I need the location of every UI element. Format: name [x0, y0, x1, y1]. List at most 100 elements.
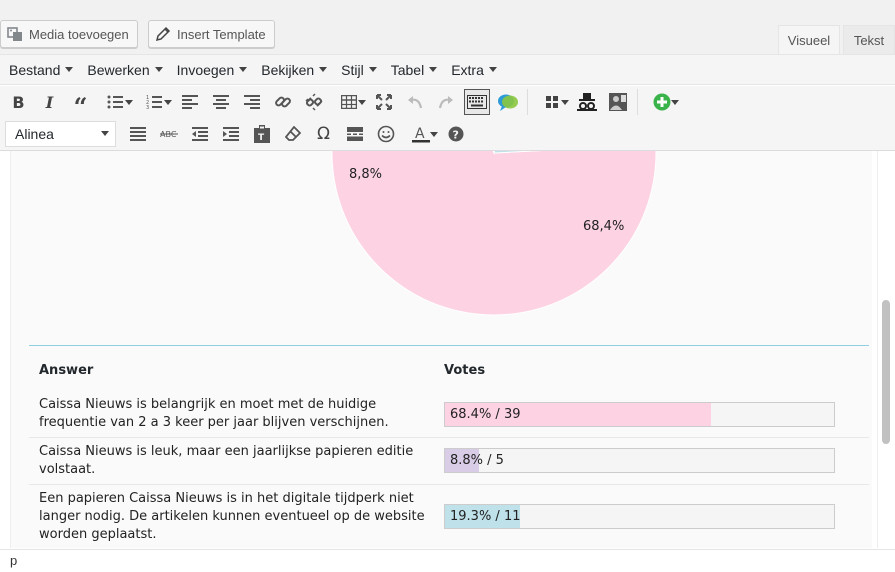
read-more-button[interactable] [342, 121, 368, 147]
emoji-button[interactable] [373, 121, 399, 147]
table-button[interactable] [332, 89, 366, 115]
link-icon [274, 96, 291, 108]
editor-content[interactable]: 8,8% 68,4% Answer Votes Caissa Nieuws is… [10, 151, 872, 548]
answer-text: Caissa Nieuws is leuk, maar een jaarlijk… [39, 444, 414, 477]
vote-bar-label: 19.3% / 11 [450, 509, 521, 524]
text-color-button[interactable]: A [404, 121, 438, 147]
vote-bar-label: 8.8% / 5 [450, 453, 504, 468]
table-icon [340, 95, 357, 109]
tab-visual[interactable]: Visueel [778, 25, 840, 55]
caret-down-icon [65, 67, 74, 72]
undo-button[interactable] [402, 89, 428, 115]
blockquote-button[interactable]: “ [68, 89, 94, 119]
numbered-list-icon: 123 [146, 95, 162, 109]
add-media-button[interactable]: Media toevoegen [0, 20, 138, 48]
toolbar-separator [527, 89, 528, 115]
outdent-button[interactable] [187, 121, 213, 147]
incognito-button[interactable] [574, 89, 600, 115]
element-path: p [0, 549, 895, 572]
tab-text[interactable]: Tekst [843, 25, 895, 55]
caret-down-icon [239, 67, 248, 72]
clipboard-icon: T [253, 124, 270, 143]
menu-style[interactable]: Stijl [334, 55, 384, 85]
editor: Bestand Bewerken Invoegen Bekijken Stijl… [0, 54, 895, 572]
unlink-icon [304, 93, 323, 111]
chat-bubble-icon [497, 94, 518, 111]
outdent-icon [191, 126, 208, 141]
scrollbar-thumb[interactable] [882, 300, 890, 444]
answer-text: Een papieren Caissa Nieuws is in het dig… [39, 491, 425, 542]
align-center-icon [212, 95, 229, 109]
caret-down-icon [368, 67, 377, 72]
caret-down-icon [357, 100, 366, 105]
caret-down-icon [124, 100, 133, 105]
toolbar-row-2: Alinea ABC T Ω A ? [0, 117, 895, 151]
menu-table[interactable]: Tabel [384, 55, 444, 85]
redo-button[interactable] [433, 89, 459, 115]
omega-icon: Ω [317, 123, 330, 144]
add-shortcode-button[interactable] [645, 89, 679, 115]
numbered-list-button[interactable]: 123 [138, 89, 172, 115]
pencil-icon [155, 26, 171, 42]
undo-icon [407, 96, 422, 109]
italic-button[interactable]: I [37, 89, 63, 115]
caret-down-icon [429, 67, 438, 72]
remove-link-button[interactable] [301, 89, 327, 115]
media-icon [7, 26, 23, 42]
fullscreen-button[interactable] [371, 89, 397, 115]
menu-insert[interactable]: Invoegen [170, 55, 255, 85]
help-icon: ? [448, 126, 463, 141]
person-card-button[interactable] [605, 89, 631, 115]
table-row: Caissa Nieuws is leuk, maar een jaarlijk… [29, 438, 869, 485]
align-left-icon [181, 95, 198, 109]
insert-template-button[interactable]: Insert Template [148, 20, 275, 48]
indent-button[interactable] [218, 121, 244, 147]
svg-text:A: A [415, 126, 425, 142]
menu-file[interactable]: Bestand [2, 55, 80, 85]
bold-icon: B [12, 92, 25, 112]
bullet-list-button[interactable] [99, 89, 133, 115]
blocks-button[interactable] [535, 89, 569, 115]
bullet-list-icon [107, 95, 123, 109]
strikethrough-button[interactable]: ABC [156, 121, 182, 147]
redo-icon [438, 96, 453, 109]
align-center-button[interactable] [208, 89, 234, 115]
person-card-icon [608, 93, 627, 111]
media-bar: Media toevoegen Insert Template Visueel … [0, 0, 895, 55]
fullscreen-icon [375, 94, 392, 110]
divider [29, 345, 869, 346]
table-header-answer: Answer [39, 363, 94, 378]
align-left-button[interactable] [177, 89, 203, 115]
toolbar-row-1: B I “ 123 [0, 86, 895, 119]
menu-edit[interactable]: Bewerken [80, 55, 169, 85]
menu-extra[interactable]: Extra [444, 55, 504, 85]
caret-down-icon [101, 131, 109, 136]
help-button[interactable]: ? [443, 121, 469, 147]
align-right-button[interactable] [239, 89, 265, 115]
insert-link-button[interactable] [270, 89, 296, 115]
format-select-value: Alinea [15, 125, 54, 142]
format-select[interactable]: Alinea [5, 120, 116, 147]
strikethrough-icon: ABC [159, 130, 178, 139]
toolbar-toggle-button[interactable] [463, 89, 490, 115]
caret-down-icon [560, 100, 569, 105]
insert-template-label: Insert Template [177, 26, 266, 42]
vote-bar: 19.3% / 11 [444, 504, 835, 529]
menu-view[interactable]: Bekijken [254, 55, 334, 85]
paste-as-text-button[interactable]: T [249, 121, 275, 147]
clear-formatting-button[interactable] [280, 121, 306, 147]
incognito-icon [576, 93, 597, 111]
italic-icon: I [45, 92, 54, 112]
bold-button[interactable]: B [6, 89, 32, 115]
horizontal-line-button[interactable] [125, 121, 151, 147]
keyboard-icon [466, 95, 487, 109]
indent-icon [222, 126, 239, 141]
special-character-button[interactable]: Ω [311, 121, 337, 147]
chat-bubble-button[interactable] [495, 89, 521, 115]
svg-text:?: ? [452, 128, 458, 141]
table-header-votes: Votes [444, 363, 486, 378]
align-right-icon [243, 95, 260, 109]
eraser-icon [284, 125, 301, 141]
caret-down-icon [670, 100, 679, 105]
answer-text: Caissa Nieuws is belangrijk en moet met … [39, 397, 389, 430]
